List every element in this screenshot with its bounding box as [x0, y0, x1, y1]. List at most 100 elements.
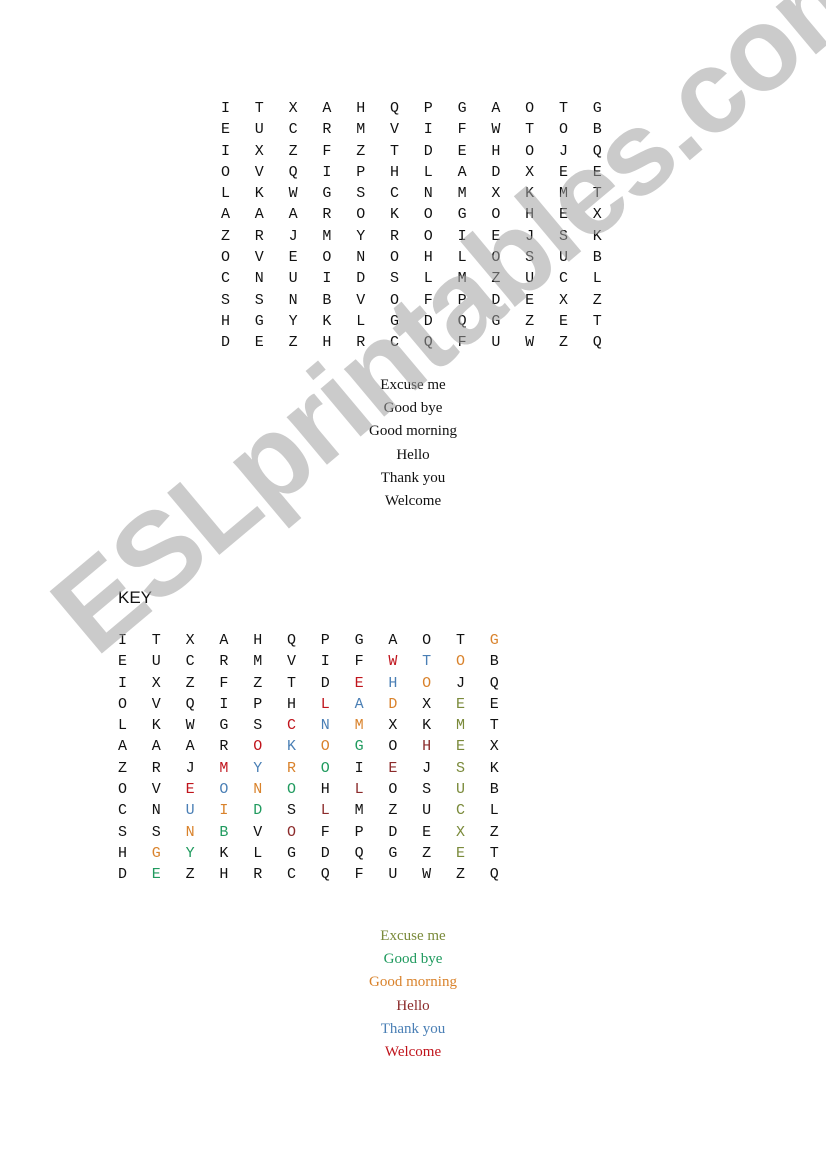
- grid-cell: L: [356, 312, 366, 330]
- key-grid-cell: D: [320, 674, 330, 692]
- grid-cell: Z: [288, 142, 298, 160]
- grid-cell: A: [322, 100, 332, 117]
- grid-cell: R: [254, 227, 264, 245]
- key-grid-row: AAAROKOGOHEX: [118, 736, 524, 757]
- grid-cell: X: [491, 185, 501, 203]
- key-grid-cell: D: [320, 844, 330, 862]
- grid-cell: M: [356, 121, 366, 139]
- grid-cell: A: [288, 206, 298, 224]
- key-grid-cell: Q: [286, 632, 296, 649]
- answer-key-word: Thank you: [380, 1020, 446, 1037]
- key-grid-cell: K: [219, 844, 229, 862]
- grid-cell: L: [592, 270, 602, 288]
- grid-cell: I: [457, 227, 467, 245]
- key-grid-cell: Q: [489, 866, 499, 884]
- key-grid-cell: J: [455, 674, 465, 692]
- grid-cell: T: [592, 312, 602, 330]
- grid-cell: G: [457, 100, 467, 117]
- grid-cell: B: [322, 291, 332, 309]
- grid-cell: I: [221, 100, 231, 117]
- key-grid-cell: W: [388, 653, 398, 671]
- grid-cell: Z: [491, 270, 501, 288]
- grid-cell: Z: [356, 142, 366, 160]
- key-grid-cell: Q: [354, 844, 364, 862]
- key-grid-cell: O: [388, 738, 398, 756]
- grid-cell: K: [525, 185, 535, 203]
- grid-cell: M: [558, 185, 568, 203]
- key-grid-cell: V: [151, 695, 161, 713]
- key-grid-cell: V: [286, 653, 296, 671]
- grid-cell: H: [491, 142, 501, 160]
- key-grid-cell: U: [388, 866, 398, 884]
- grid-cell: R: [322, 121, 332, 139]
- key-grid-cell: G: [354, 738, 364, 756]
- key-grid-cell: C: [118, 802, 128, 820]
- key-grid-cell: O: [286, 823, 296, 841]
- key-grid-cell: R: [286, 759, 296, 777]
- grid-cell: C: [558, 270, 568, 288]
- key-grid-cell: G: [151, 844, 161, 862]
- answer-key-word-list: Excuse me Good bye Good morning Hello Thank …: [0, 925, 826, 1064]
- key-grid-cell: R: [253, 866, 263, 884]
- key-grid-cell: K: [286, 738, 296, 756]
- key-grid-cell: E: [455, 844, 465, 862]
- word-list-item: Good bye: [383, 400, 443, 417]
- key-grid-cell: H: [219, 866, 229, 884]
- grid-cell: Z: [558, 334, 568, 352]
- key-grid-cell: N: [151, 802, 161, 820]
- grid-cell: Q: [423, 334, 433, 352]
- answer-key-word: Excuse me: [380, 928, 446, 944]
- key-grid-row: IXZFZTDEHOJQ: [118, 673, 524, 694]
- grid-cell: A: [254, 206, 264, 224]
- key-grid-cell: D: [118, 866, 128, 884]
- key-grid-cell: G: [489, 632, 499, 649]
- grid-cell: U: [254, 121, 264, 139]
- key-grid-cell: T: [489, 717, 499, 735]
- grid-cell: C: [389, 334, 399, 352]
- key-grid-cell: U: [455, 781, 465, 799]
- key-grid-cell: Z: [118, 759, 128, 777]
- key-grid-cell: O: [118, 781, 128, 799]
- key-grid-cell: K: [489, 759, 499, 777]
- grid-cell: G: [457, 206, 467, 224]
- key-grid-cell: X: [455, 823, 465, 841]
- key-grid-cell: O: [422, 674, 432, 692]
- key-grid-cell: Q: [489, 674, 499, 692]
- key-grid-cell: A: [354, 695, 364, 713]
- grid-cell: P: [423, 100, 433, 117]
- key-grid-cell: O: [286, 781, 296, 799]
- key-grid-cell: D: [388, 823, 398, 841]
- key-grid-cell: G: [388, 844, 398, 862]
- grid-cell: J: [288, 227, 298, 245]
- grid-cell: U: [491, 334, 501, 352]
- grid-cell: L: [457, 249, 467, 267]
- grid-cell: V: [389, 121, 399, 139]
- key-grid-cell: Q: [320, 866, 330, 884]
- key-grid-cell: V: [151, 781, 161, 799]
- grid-cell: B: [592, 249, 602, 267]
- key-grid-cell: J: [422, 759, 432, 777]
- key-grid-row: HGYKLGDQGZET: [118, 843, 524, 864]
- grid-cell: O: [356, 206, 366, 224]
- key-grid-cell: E: [455, 738, 465, 756]
- grid-cell: E: [592, 163, 602, 181]
- key-grid-cell: F: [320, 823, 330, 841]
- key-grid-cell: C: [455, 802, 465, 820]
- key-grid-cell: U: [185, 802, 195, 820]
- grid-cell: N: [356, 249, 366, 267]
- key-grid-cell: I: [320, 653, 330, 671]
- key-grid-cell: G: [219, 717, 229, 735]
- grid-cell: L: [221, 185, 231, 203]
- grid-row: OVEONOHLOSUB: [221, 247, 627, 268]
- grid-row: ITXAHQPGAOTG: [221, 98, 627, 119]
- key-grid-cell: O: [219, 781, 229, 799]
- grid-cell: D: [423, 142, 433, 160]
- key-grid-cell: I: [118, 674, 128, 692]
- key-grid-cell: H: [253, 632, 263, 649]
- grid-cell: O: [423, 227, 433, 245]
- grid-cell: E: [558, 163, 568, 181]
- key-grid-cell: O: [253, 738, 263, 756]
- grid-cell: S: [525, 249, 535, 267]
- key-grid-cell: R: [151, 759, 161, 777]
- answer-key-word: Welcome: [384, 1043, 442, 1060]
